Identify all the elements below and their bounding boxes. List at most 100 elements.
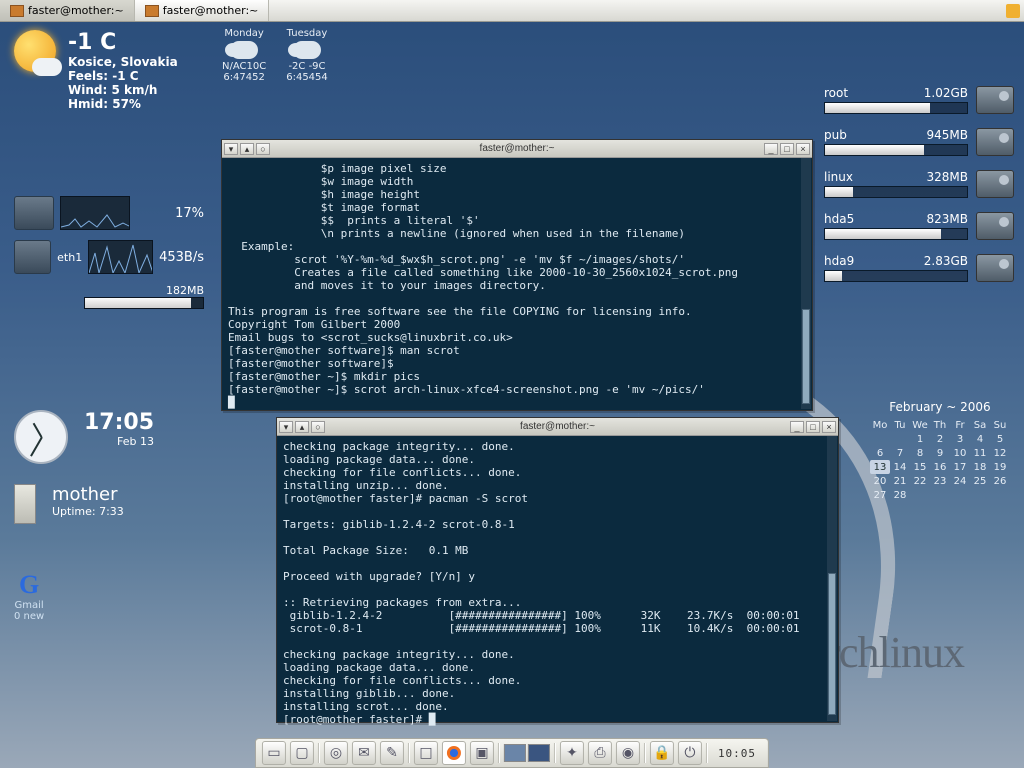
disk-size: 2.83GB <box>924 254 968 268</box>
task-button-2[interactable]: faster@mother:~ <box>135 0 270 21</box>
clock-widget: 17:05 Feb 13 <box>14 410 154 464</box>
computer-icon <box>14 484 36 524</box>
window-menu-icon[interactable]: ▾ <box>279 421 293 433</box>
maximize-icon[interactable]: □ <box>780 143 794 155</box>
forecast-day: Tuesday <box>286 28 328 39</box>
lock-icon[interactable]: 🔒 <box>650 741 674 765</box>
hdd-icon <box>976 254 1014 282</box>
system-monitor-widget: 17% eth1 453B/s 182MB <box>14 196 204 309</box>
calendar-table: MoTuWeThFrSaSu12345678910111213141516171… <box>870 418 1010 502</box>
hdd-icon <box>976 170 1014 198</box>
network-icon <box>14 240 51 274</box>
scrollbar[interactable] <box>801 158 811 409</box>
terminal-icon <box>10 5 24 17</box>
scrollbar[interactable] <box>827 436 837 721</box>
mem-bar <box>84 297 204 309</box>
minimize-icon[interactable]: _ <box>790 421 804 433</box>
close-icon[interactable]: × <box>822 421 836 433</box>
disk-size: 328MB <box>927 170 969 184</box>
shade-icon[interactable]: ▴ <box>295 421 309 433</box>
disk-row: linux 328MB <box>824 170 1014 198</box>
calendar-widget: February ~ 2006 MoTuWeThFrSaSu1234567891… <box>870 400 1010 502</box>
app-icon[interactable]: ▣ <box>470 741 494 765</box>
terminal-icon <box>145 5 159 17</box>
disk-bar <box>824 228 968 240</box>
weather-sun-icon <box>14 30 56 72</box>
minimize-icon[interactable]: _ <box>764 143 778 155</box>
shade-icon[interactable]: ▴ <box>240 143 254 155</box>
stick-icon[interactable]: ○ <box>256 143 270 155</box>
disk-bar <box>824 102 968 114</box>
hdd-icon <box>976 212 1014 240</box>
weather-location: Kosice, Slovakia <box>68 55 178 69</box>
panel-separator <box>706 743 708 763</box>
disk-size: 823MB <box>927 212 969 226</box>
files-icon[interactable]: □ <box>414 741 438 765</box>
terminal-icon[interactable]: ▢ <box>290 741 314 765</box>
task-label: faster@mother:~ <box>163 4 259 17</box>
gmail-count: 0 new <box>14 611 44 622</box>
workspace-pager[interactable] <box>504 744 550 762</box>
disk-name: pub <box>824 128 847 142</box>
close-icon[interactable]: × <box>796 143 810 155</box>
disk-widget: root1.02GBpub945MBlinux328MBhda5823MBhda… <box>824 86 1014 296</box>
print-icon[interactable]: ⎙ <box>588 741 612 765</box>
panel-separator <box>554 743 556 763</box>
weather-wind: Wind: 5 km/h <box>68 83 178 97</box>
disk-row: hda5823MB <box>824 212 1014 240</box>
terminal-window-2[interactable]: ▾ ▴ ○ faster@mother:~ _ □ × checking pac… <box>276 417 839 723</box>
window-title: faster@mother:~ <box>325 421 790 432</box>
help-icon[interactable]: ◉ <box>616 741 640 765</box>
gmail-widget[interactable]: G Gmail 0 new <box>14 570 44 622</box>
cpu-percent: 17% <box>175 206 204 221</box>
logout-icon[interactable]: ⏻ <box>678 741 702 765</box>
maximize-icon[interactable]: □ <box>806 421 820 433</box>
host-widget: mother Uptime: 7:33 <box>14 484 124 524</box>
terminal-window-1[interactable]: ▾ ▴ ○ faster@mother:~ _ □ × $p image pix… <box>221 139 813 411</box>
panel-clock[interactable]: 10:05 <box>712 747 762 760</box>
firefox-icon[interactable] <box>442 741 466 765</box>
stick-icon[interactable]: ○ <box>311 421 325 433</box>
workspace-1[interactable] <box>504 744 526 762</box>
panel-separator <box>498 743 500 763</box>
terminal-output[interactable]: $p image pixel size $w image width $h im… <box>222 158 812 413</box>
settings-icon[interactable]: ✦ <box>560 741 584 765</box>
panel-separator <box>318 743 320 763</box>
forecast-time: 6:47452 <box>222 72 266 83</box>
net-rate: 453B/s <box>159 250 204 265</box>
forecast-widget: Monday N/AC10C 6:47452 Tuesday -2C -9C 6… <box>222 28 328 83</box>
weather-temp: -1 C <box>68 30 178 55</box>
editor-icon[interactable]: ✎ <box>380 741 404 765</box>
terminal-output[interactable]: checking package integrity... done. load… <box>277 436 838 730</box>
calendar-title: February ~ 2006 <box>870 400 1010 414</box>
analog-clock <box>14 410 68 464</box>
forecast-time: 6:45454 <box>286 72 328 83</box>
task-button-1[interactable]: faster@mother:~ <box>0 0 135 21</box>
titlebar[interactable]: ▾ ▴ ○ faster@mother:~ _ □ × <box>222 140 812 158</box>
disk-bar <box>824 270 968 282</box>
hdd-icon <box>976 128 1014 156</box>
window-title: faster@mother:~ <box>270 143 764 154</box>
uptime: Uptime: 7:33 <box>52 505 124 518</box>
titlebar[interactable]: ▾ ▴ ○ faster@mother:~ _ □ × <box>277 418 838 436</box>
browser-icon[interactable]: ◎ <box>324 741 348 765</box>
disk-name: root <box>824 86 848 100</box>
show-desktop-icon[interactable]: ▭ <box>262 741 286 765</box>
mail-icon[interactable]: ✉ <box>352 741 376 765</box>
forecast-day: Monday <box>222 28 266 39</box>
forecast-cond: -2C -9C <box>286 61 328 72</box>
workspace-2[interactable] <box>528 744 550 762</box>
panel-plugin-icon[interactable] <box>1002 0 1024 22</box>
hostname: mother <box>52 484 124 505</box>
panel-separator <box>408 743 410 763</box>
disk-size: 1.02GB <box>924 86 968 100</box>
disk-bar <box>824 144 968 156</box>
disk-size: 945MB <box>927 128 969 142</box>
mem-value: 182MB <box>166 284 204 297</box>
cpu-icon <box>14 196 54 230</box>
disk-row: pub 945MB <box>824 128 1014 156</box>
net-interface: eth1 <box>57 251 82 264</box>
window-menu-icon[interactable]: ▾ <box>224 143 238 155</box>
disk-name: linux <box>824 170 853 184</box>
gmail-label: Gmail <box>14 600 44 611</box>
